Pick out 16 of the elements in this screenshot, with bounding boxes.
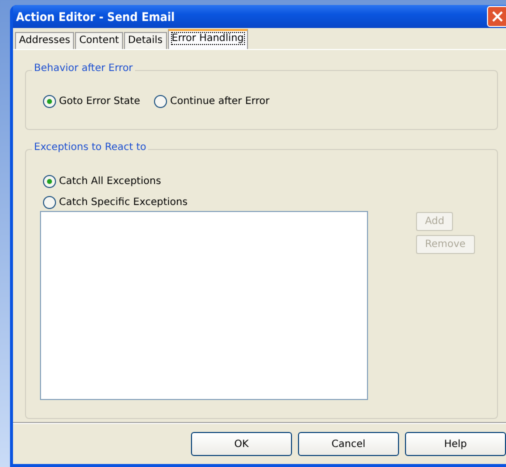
radio-option[interactable]: Continue after Error <box>154 95 270 108</box>
group-title: Behavior after Error <box>32 63 135 74</box>
tab[interactable]: Addresses <box>15 32 74 49</box>
radio-option[interactable]: Catch Specific Exceptions <box>43 196 497 209</box>
tab[interactable]: Details <box>124 32 167 49</box>
dialog-button[interactable]: Help <box>405 432 506 456</box>
radio-option[interactable]: Goto Error State <box>43 95 140 108</box>
dialog-button[interactable]: OK <box>191 432 292 456</box>
tab[interactable]: Error Handling <box>168 29 248 49</box>
close-button[interactable] <box>487 6 506 27</box>
dialog-button[interactable]: Cancel <box>298 432 399 456</box>
window-title: Action Editor - Send Email <box>15 10 175 24</box>
radio-option[interactable]: Catch All Exceptions <box>43 175 497 188</box>
close-icon <box>492 11 503 22</box>
group-title: Exceptions to React to <box>32 142 148 153</box>
tab[interactable]: Content <box>75 32 123 49</box>
